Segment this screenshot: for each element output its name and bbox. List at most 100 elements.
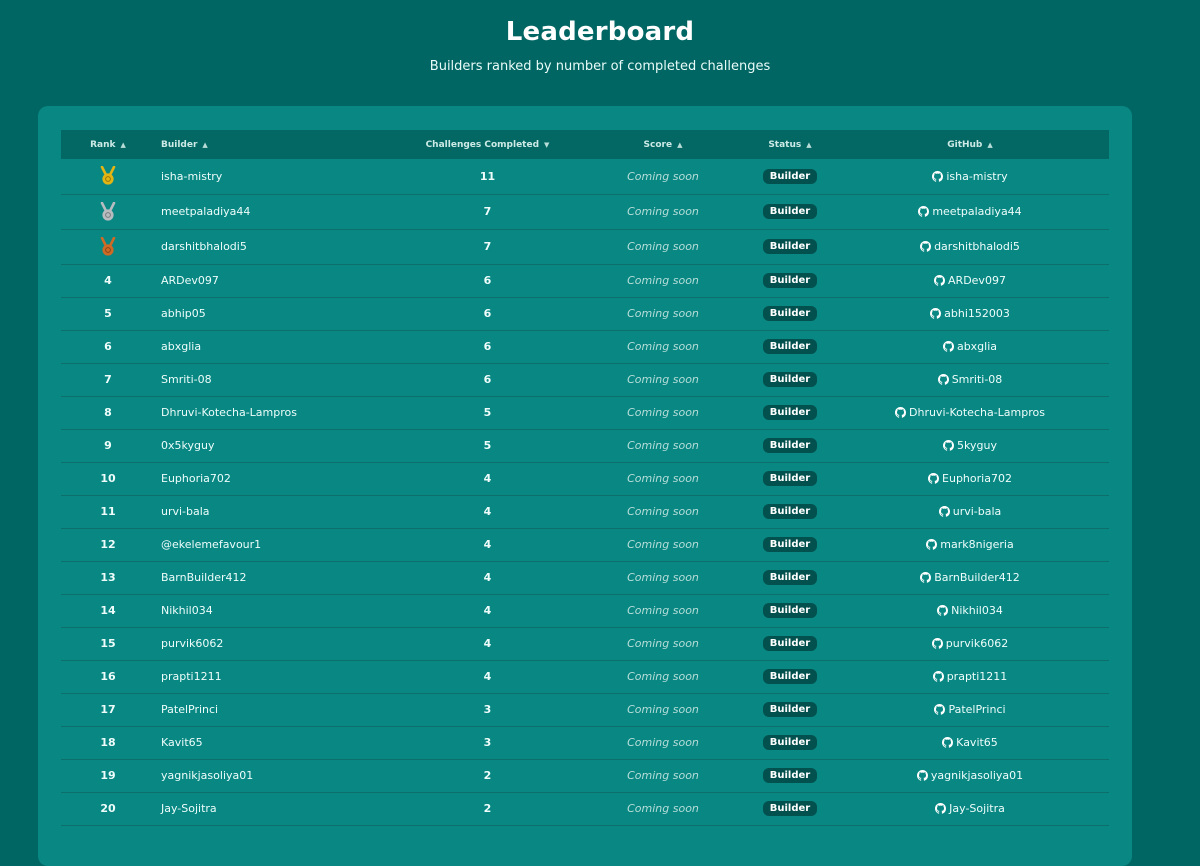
github-link[interactable]: mark8nigeria: [831, 528, 1109, 561]
rank-cell: 9: [104, 439, 112, 452]
medal-bronze-icon: [100, 236, 116, 256]
rank-cell: 16: [100, 670, 116, 683]
github-username: prapti1211: [946, 670, 1008, 683]
github-link[interactable]: PatelPrinci: [831, 693, 1109, 726]
github-icon: [920, 241, 932, 252]
github-link[interactable]: Euphoria702: [831, 462, 1109, 495]
rank-cell: 19: [100, 769, 116, 782]
score-value: Coming soon: [627, 571, 699, 584]
github-icon: [926, 539, 938, 550]
builder-name[interactable]: yagnikjasoliya01: [155, 759, 398, 792]
challenges-completed-count: 4: [483, 670, 492, 683]
column-header-score[interactable]: Score ▲︎: [577, 130, 749, 159]
github-link[interactable]: purvik6062: [831, 627, 1109, 660]
rank-cell: 7: [104, 373, 112, 386]
builder-name[interactable]: prapti1211: [155, 660, 398, 693]
score-value: Coming soon: [627, 769, 699, 782]
sort-desc-icon: ▼: [544, 140, 550, 149]
score-value: Coming soon: [627, 169, 699, 183]
github-username: Euphoria702: [942, 472, 1012, 485]
table-row: darshitbhalodi5 7 Coming soon Builder darshi…: [61, 229, 1109, 264]
score-value: Coming soon: [627, 637, 699, 650]
github-icon: [935, 803, 947, 814]
table-row: 19 yagnikjasoliya01 2 Coming soon Builder yag…: [61, 759, 1109, 792]
github-link[interactable]: urvi-bala: [831, 495, 1109, 528]
builder-name[interactable]: PatelPrinci: [155, 693, 398, 726]
status-badge: Builder: [762, 735, 818, 750]
github-link[interactable]: Smriti-08: [831, 363, 1109, 396]
github-icon: [920, 572, 932, 583]
builder-name[interactable]: 0x5kyguy: [155, 429, 398, 462]
github-link[interactable]: darshitbhalodi5: [831, 229, 1109, 264]
github-link[interactable]: ARDev097: [831, 264, 1109, 297]
github-icon: [928, 473, 940, 484]
builder-name[interactable]: abxglia: [155, 330, 398, 363]
challenges-completed-count: 4: [483, 637, 492, 650]
status-badge: Builder: [762, 669, 818, 684]
github-username: BarnBuilder412: [934, 571, 1020, 584]
table-row: 10 Euphoria702 4 Coming soon Builder Euphoria…: [61, 462, 1109, 495]
score-value: Coming soon: [627, 604, 699, 617]
builder-name[interactable]: Smriti-08: [155, 363, 398, 396]
github-link[interactable]: abxglia: [831, 330, 1109, 363]
column-header-challenges-completed[interactable]: Challenges Completed ▼: [398, 130, 577, 159]
challenges-completed-count: 5: [483, 439, 492, 452]
github-link[interactable]: 5kyguy: [831, 429, 1109, 462]
github-icon: [916, 770, 928, 781]
github-link[interactable]: prapti1211: [831, 660, 1109, 693]
builder-name[interactable]: Dhruvi-Kotecha-Lampros: [155, 396, 398, 429]
github-link[interactable]: meetpaladiya44: [831, 194, 1109, 229]
github-username: 5kyguy: [957, 439, 997, 452]
builder-name[interactable]: abhip05: [155, 297, 398, 330]
rank-cell: 11: [100, 505, 116, 518]
github-link[interactable]: Kavit65: [831, 726, 1109, 759]
builder-name[interactable]: isha-mistry: [155, 159, 398, 194]
github-username: Jay-Sojitra: [949, 802, 1005, 815]
github-link[interactable]: BarnBuilder412: [831, 561, 1109, 594]
builder-name[interactable]: Kavit65: [155, 726, 398, 759]
challenges-completed-count: 5: [483, 406, 492, 419]
table-row: 17 PatelPrinci 3 Coming soon Builder PatelPri…: [61, 693, 1109, 726]
rank-cell: 15: [100, 637, 116, 650]
score-value: Coming soon: [627, 472, 699, 485]
builder-name[interactable]: @ekelemefavour1: [155, 528, 398, 561]
github-link[interactable]: Jay-Sojitra: [831, 792, 1109, 825]
challenges-completed-count: 7: [483, 240, 492, 253]
column-header-builder[interactable]: Builder ▲︎: [155, 130, 398, 159]
builder-name[interactable]: Nikhil034: [155, 594, 398, 627]
github-link[interactable]: abhi152003: [831, 297, 1109, 330]
rank-cell: 13: [100, 571, 116, 584]
github-icon: [942, 341, 954, 352]
builder-name[interactable]: Euphoria702: [155, 462, 398, 495]
builder-name[interactable]: urvi-bala: [155, 495, 398, 528]
leaderboard-card: Rank ▲︎ Builder ▲︎ Challenges Completed ▼ S…: [38, 106, 1132, 866]
builder-name[interactable]: BarnBuilder412: [155, 561, 398, 594]
builder-name[interactable]: ARDev097: [155, 264, 398, 297]
github-link[interactable]: yagnikjasoliya01: [831, 759, 1109, 792]
github-link[interactable]: Dhruvi-Kotecha-Lampros: [831, 396, 1109, 429]
status-badge: Builder: [762, 504, 818, 519]
rank-cell: 8: [104, 406, 112, 419]
github-link[interactable]: Nikhil034: [831, 594, 1109, 627]
github-link[interactable]: isha-mistry: [831, 159, 1109, 194]
column-header-status[interactable]: Status ▲︎: [749, 130, 831, 159]
table-row: 9 0x5kyguy 5 Coming soon Builder 5kyguy: [61, 429, 1109, 462]
status-cell: Builder: [749, 363, 831, 396]
github-icon: [932, 170, 944, 182]
column-header-rank[interactable]: Rank ▲︎: [61, 130, 155, 159]
github-icon: [942, 737, 954, 748]
page-subtitle: Builders ranked by number of completed c…: [429, 59, 771, 74]
builder-name[interactable]: darshitbhalodi5: [155, 229, 398, 264]
column-header-github[interactable]: GitHub ▲︎: [831, 130, 1109, 159]
status-cell: Builder: [749, 429, 831, 462]
builder-name[interactable]: meetpaladiya44: [155, 194, 398, 229]
score-value: Coming soon: [627, 802, 699, 815]
github-icon: [930, 308, 942, 319]
score-value: Coming soon: [627, 439, 699, 452]
rank-cell: [61, 229, 155, 264]
table-row: 11 urvi-bala 4 Coming soon Builder urvi-bala: [61, 495, 1109, 528]
status-badge: Builder: [762, 702, 818, 717]
builder-name[interactable]: purvik6062: [155, 627, 398, 660]
builder-name[interactable]: Jay-Sojitra: [155, 792, 398, 825]
status-cell: Builder: [749, 194, 831, 229]
